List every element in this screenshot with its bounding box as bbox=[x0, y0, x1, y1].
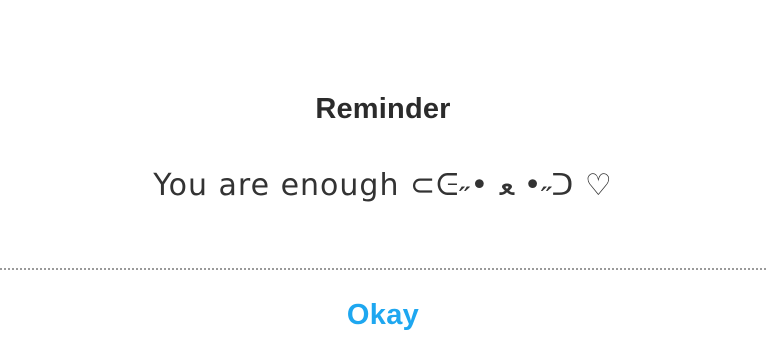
dialog-title: Reminder bbox=[315, 93, 451, 125]
dialog-message: You are enough ⊂ᕮ˶• ﻌ •˶ᑐ ♡ bbox=[153, 168, 613, 203]
okay-button[interactable]: Okay bbox=[0, 270, 766, 360]
reminder-dialog: Reminder You are enough ⊂ᕮ˶• ﻌ •˶ᑐ ♡ Oka… bbox=[0, 0, 766, 360]
okay-button-label: Okay bbox=[346, 299, 420, 331]
